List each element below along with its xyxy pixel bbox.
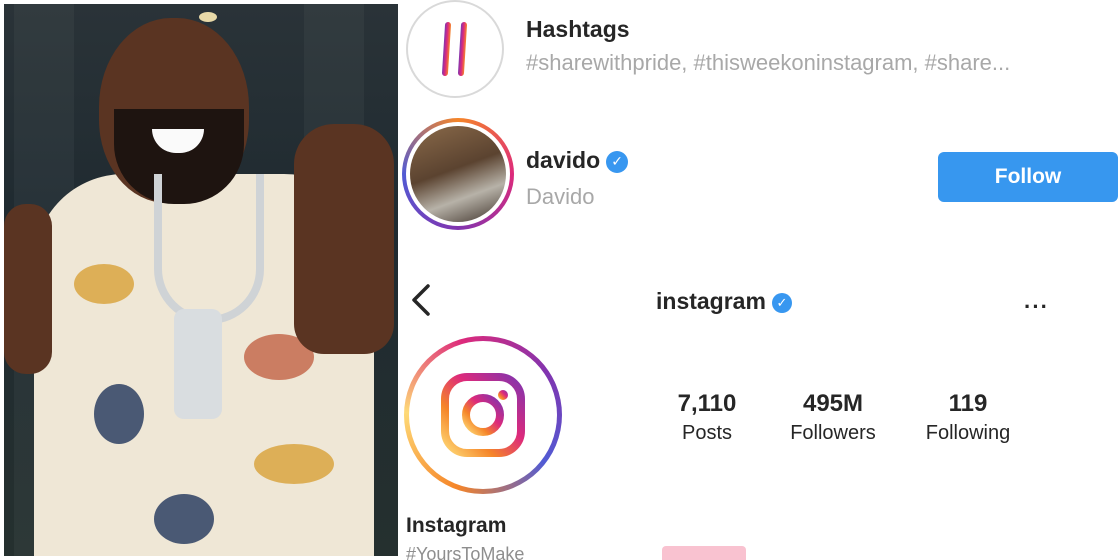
- account-username[interactable]: davido ✓: [526, 147, 629, 174]
- account-full-name: Davido: [526, 184, 595, 209]
- left-hand: [4, 204, 52, 374]
- celebrity-photo: [4, 4, 398, 556]
- stat-label: Followers: [790, 422, 876, 444]
- profile-header: instagram ✓ ···: [400, 268, 1120, 332]
- shirt-print: [94, 384, 144, 444]
- follow-button[interactable]: Follow: [938, 152, 1118, 202]
- pendant: [174, 309, 222, 419]
- shirt-print: [254, 444, 334, 484]
- shirt-print: [74, 264, 134, 304]
- stat-label: Following: [925, 422, 1011, 444]
- hashtag-icon: [432, 22, 477, 76]
- stat-value: 495M: [802, 390, 864, 417]
- hashtag-title: Hashtags: [526, 16, 630, 42]
- back-arrow-icon[interactable]: [406, 280, 436, 320]
- account-search-result[interactable]: davido ✓ Davido Follow: [400, 112, 1120, 242]
- profile-avatar-ring[interactable]: [404, 336, 562, 494]
- avatar[interactable]: [410, 126, 506, 222]
- profile-bio: #YoursToMake: [406, 544, 525, 560]
- story-ring: [402, 118, 514, 230]
- stat-label: Posts: [681, 422, 733, 444]
- username-text: davido: [526, 147, 601, 173]
- right-hand: [294, 124, 394, 354]
- ceiling-light: [199, 12, 217, 22]
- partial-button[interactable]: [662, 546, 746, 560]
- instagram-logo-icon: [441, 373, 525, 457]
- profile-title: instagram ✓: [656, 288, 792, 315]
- hashtag-avatar: [406, 0, 504, 98]
- stat-value: 119: [948, 390, 988, 417]
- instagram-screenshot: Hashtags #sharewithpride, #thisweekonins…: [400, 0, 1120, 560]
- hashtag-list: #sharewithpride, #thisweekoninstagram, #…: [526, 50, 1011, 75]
- shirt-print: [154, 494, 214, 544]
- profile-username: instagram: [656, 288, 766, 314]
- verified-badge-icon: ✓: [771, 293, 792, 313]
- profile-display-name: Instagram: [406, 514, 507, 537]
- stat-followers[interactable]: 495M Followers: [778, 390, 888, 445]
- stat-following[interactable]: 119 Following: [912, 390, 1024, 445]
- chain-necklace: [154, 174, 264, 324]
- hashtag-search-result[interactable]: Hashtags #sharewithpride, #thisweekonins…: [400, 0, 1120, 110]
- verified-badge-icon: ✓: [606, 150, 629, 173]
- profile-summary: 7,110 Posts 495M Followers 119 Following…: [400, 332, 1120, 560]
- stat-posts[interactable]: 7,110 Posts: [662, 390, 752, 445]
- stat-value: 7,110: [677, 390, 737, 417]
- more-options-icon[interactable]: ···: [1024, 294, 1049, 320]
